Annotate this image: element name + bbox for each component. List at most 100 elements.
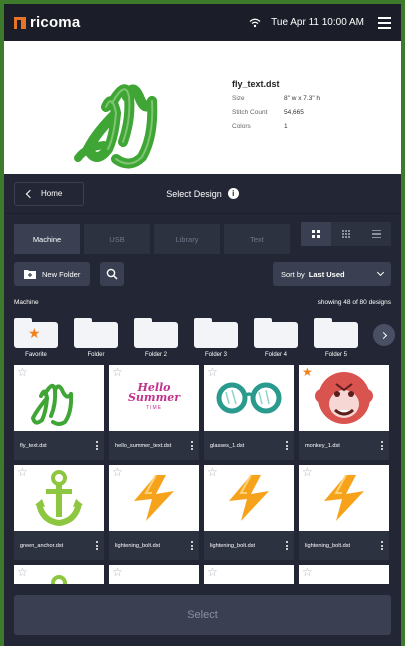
lightning-bolt-art: [134, 474, 174, 521]
new-folder-button[interactable]: New Folder: [14, 262, 91, 286]
design-card[interactable]: ☆: [299, 565, 389, 585]
design-card[interactable]: ☆: [14, 565, 104, 585]
large-grid-view-button[interactable]: [301, 222, 331, 246]
sort-dropdown[interactable]: Sort by Last Used: [273, 262, 391, 286]
favorite-star-icon[interactable]: ☆: [302, 566, 313, 578]
design-name: hello_summer_text.dst: [115, 442, 172, 449]
small-grid-view-button[interactable]: [331, 222, 361, 246]
new-folder-icon: [24, 270, 36, 279]
more-options-icon[interactable]: [96, 441, 98, 450]
folder-icon: [74, 318, 118, 348]
design-card-footer: hello_summer_text.dst: [109, 431, 199, 460]
favorite-star-icon[interactable]: ☆: [302, 466, 313, 478]
design-name: fly_text.dst: [20, 442, 47, 449]
lightning-bolt-art: [229, 474, 269, 521]
more-options-icon[interactable]: [191, 541, 193, 550]
design-name: green_anchor.dst: [20, 542, 64, 549]
folder-item[interactable]: Folder 3: [194, 318, 238, 358]
anchor-art: [51, 575, 67, 585]
select-button[interactable]: Select: [14, 595, 391, 635]
folder-item[interactable]: Folder 4: [254, 318, 298, 358]
chevron-left-icon: [25, 189, 35, 198]
more-options-icon[interactable]: [381, 441, 383, 450]
design-thumbnail: ☆: [14, 565, 104, 585]
info-label: Size: [232, 94, 245, 102]
folder-item[interactable]: ★ Favorite: [14, 318, 58, 358]
ricoma-logo-icon: [14, 16, 26, 29]
search-icon: [107, 268, 118, 280]
folder-icon: ★: [14, 318, 58, 348]
favorite-star-icon[interactable]: ☆: [17, 466, 28, 478]
fly-art: [30, 383, 74, 426]
design-card[interactable]: ★ monkey_1.dst: [299, 365, 389, 460]
list-view-button[interactable]: [361, 222, 391, 246]
design-thumbnail: ☆: [204, 465, 294, 531]
favorite-star-icon[interactable]: ★: [302, 366, 313, 378]
design-card-footer: monkey_1.dst: [299, 431, 389, 460]
favorite-star-icon[interactable]: ☆: [17, 366, 28, 378]
hamburger-menu-icon[interactable]: [378, 16, 391, 29]
design-card[interactable]: ☆ glasses_1.dst: [204, 365, 294, 460]
design-card[interactable]: ☆ green_anchor.dst: [14, 465, 104, 560]
design-card-footer: glasses_1.dst: [204, 431, 294, 460]
favorite-star-icon[interactable]: ☆: [112, 366, 123, 378]
page-title: Select Design: [166, 188, 222, 199]
favorite-star-icon[interactable]: ☆: [207, 466, 218, 478]
design-preview-panel: fly_text.dst Size 8" w x 7.3" h Stitch C…: [4, 41, 401, 174]
favorite-star-icon[interactable]: ☆: [112, 466, 123, 478]
anchor-art: [35, 470, 83, 527]
design-card-footer: lightening_bolt.dst: [204, 531, 294, 560]
more-options-icon[interactable]: [286, 441, 288, 450]
design-count: showing 48 of 80 designs: [317, 298, 391, 306]
info-label: Stitch Count: [232, 108, 268, 116]
design-thumbnail: ☆: [14, 465, 104, 531]
action-row: New Folder Sort by Last Used: [4, 254, 401, 294]
design-card[interactable]: ☆ lightening_bolt.dst: [299, 465, 389, 560]
search-button[interactable]: [100, 262, 125, 286]
design-card[interactable]: ☆ Hello Summer TIME hello_summer_text.dst: [109, 365, 199, 460]
home-button[interactable]: Home: [14, 181, 84, 206]
design-name: lightening_bolt.dst: [210, 542, 256, 549]
status-datetime: Tue Apr 11 10:00 AM: [271, 17, 364, 28]
design-card[interactable]: ☆: [204, 565, 294, 585]
tab-text[interactable]: Text: [224, 224, 290, 254]
design-grid: ☆ fly_text.dst ☆ Hello Summer TIME hello_summe…: [14, 365, 389, 585]
design-card[interactable]: ☆ lightening_bolt.dst: [109, 465, 199, 560]
folder-label: Folder 2: [144, 352, 167, 358]
favorite-star-icon[interactable]: ☆: [17, 566, 28, 578]
tab-machine[interactable]: Machine: [14, 224, 80, 254]
folder-label: Folder 4: [264, 352, 287, 358]
favorite-star-icon[interactable]: ☆: [112, 566, 123, 578]
chevron-right-icon: [379, 331, 387, 339]
design-card[interactable]: ☆ fly_text.dst: [14, 365, 104, 460]
folder-item[interactable]: Folder: [74, 318, 118, 358]
monkey-art: [315, 372, 373, 424]
more-options-icon[interactable]: [381, 541, 383, 550]
more-options-icon[interactable]: [286, 541, 288, 550]
design-card-footer: green_anchor.dst: [14, 531, 104, 560]
design-card[interactable]: ☆: [109, 565, 199, 585]
info-value: 8" w x 7.3" h: [284, 94, 321, 102]
app-screen: ricoma Tue Apr 11 10:00 AM fly_text.dst …: [4, 4, 401, 646]
favorite-star-icon[interactable]: ☆: [207, 366, 218, 378]
folder-item[interactable]: Folder 5: [314, 318, 358, 358]
folder-item[interactable]: Folder 2: [134, 318, 178, 358]
favorite-star-icon[interactable]: ☆: [207, 566, 218, 578]
source-tabs: Machine USB Library Text: [4, 214, 401, 254]
brand-name: ricoma: [30, 14, 81, 31]
more-options-icon[interactable]: [191, 441, 193, 450]
design-card-footer: lightening_bolt.dst: [299, 531, 389, 560]
more-options-icon[interactable]: [96, 541, 98, 550]
tab-library[interactable]: Library: [154, 224, 220, 254]
folders-next-button[interactable]: [373, 324, 395, 346]
info-icon[interactable]: i: [227, 188, 239, 199]
info-value: 1: [284, 122, 288, 130]
chevron-down-icon: [376, 268, 385, 277]
location-label: Machine: [14, 298, 39, 306]
design-card[interactable]: ☆ lightening_bolt.dst: [204, 465, 294, 560]
tab-usb[interactable]: USB: [84, 224, 150, 254]
info-value: 54,665: [284, 108, 304, 116]
folder-label: Favorite: [25, 352, 47, 358]
design-thumbnail: ☆: [109, 565, 199, 585]
home-button-label: Home: [41, 189, 63, 198]
